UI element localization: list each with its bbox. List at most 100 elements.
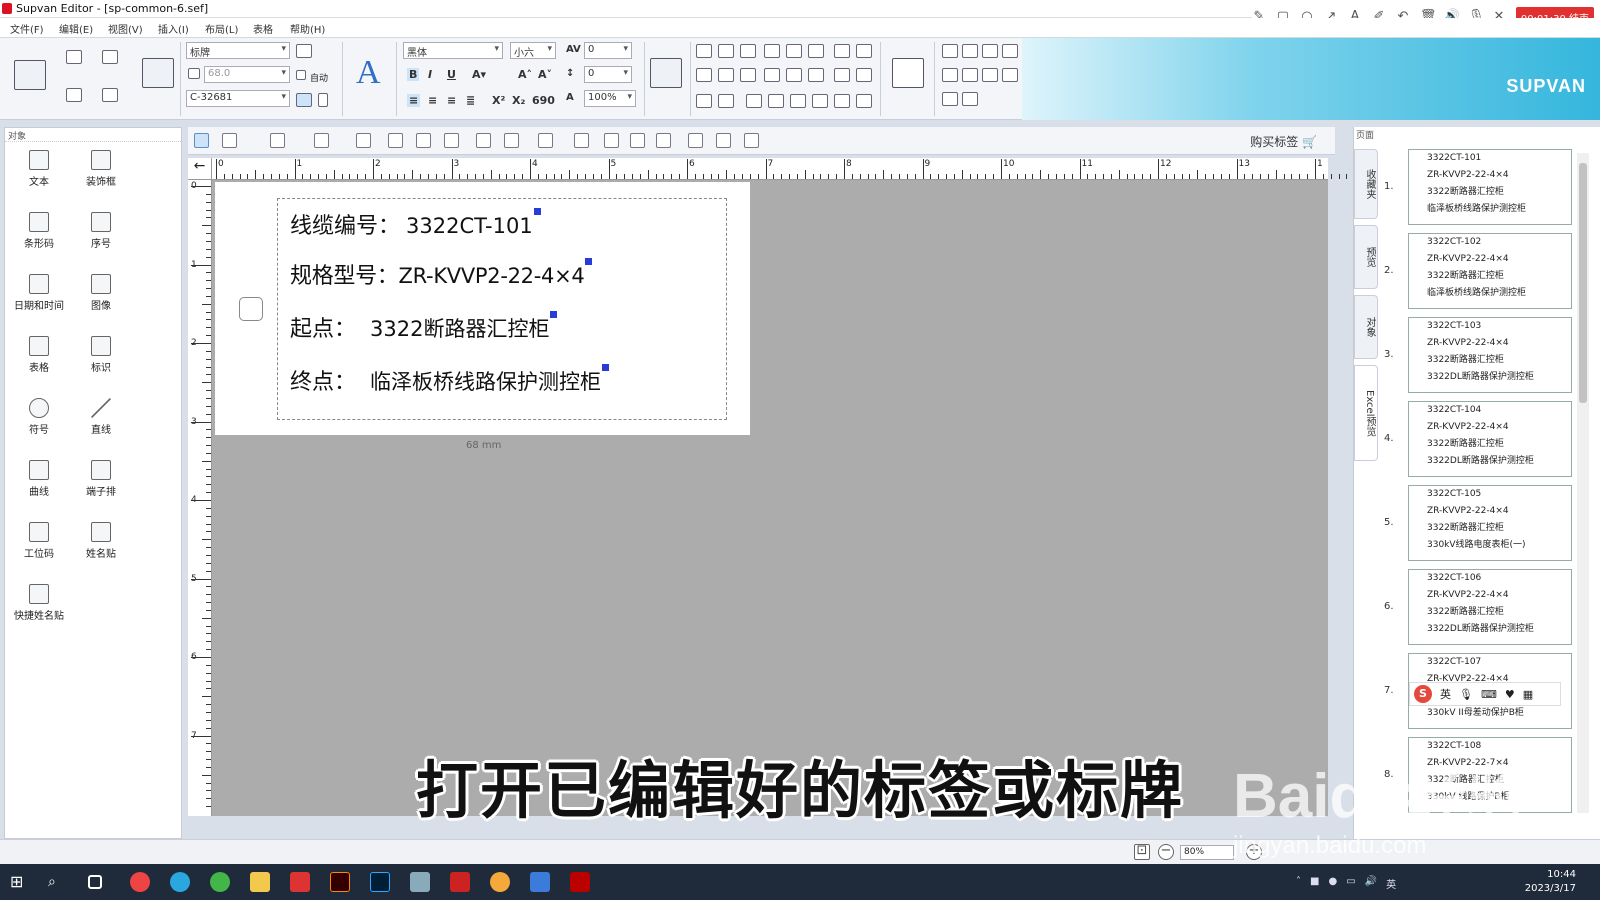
layout-tool-3-icon[interactable]: [740, 68, 756, 82]
align-tool-5-icon[interactable]: [786, 44, 802, 58]
selection-handle[interactable]: [550, 311, 558, 318]
undo-icon[interactable]: [476, 133, 491, 148]
label-row-end[interactable]: 终点： 临泽板桥线路保护测控柜: [290, 364, 610, 396]
preview-icon[interactable]: [102, 88, 118, 102]
align-right-button[interactable]: ≡: [447, 94, 456, 107]
redo-icon[interactable]: [504, 133, 519, 148]
list-icon[interactable]: [574, 133, 589, 148]
vertical-text-icon[interactable]: [318, 93, 328, 107]
model-select[interactable]: C-32681: [186, 90, 290, 107]
zoom-out-icon[interactable]: −: [1158, 844, 1174, 860]
tool-text[interactable]: 文本: [9, 150, 69, 188]
rectangle-tool-icon[interactable]: [314, 133, 329, 148]
tool-name-tag[interactable]: 姓名贴: [71, 522, 131, 560]
taskbar-clock[interactable]: 10:44 2023/3/17: [1525, 868, 1576, 896]
convert-icon[interactable]: [650, 58, 682, 88]
selection-handle[interactable]: [602, 364, 610, 371]
align-tool-3-icon[interactable]: [740, 44, 756, 58]
unlock-icon[interactable]: [856, 94, 872, 108]
illustrator-icon[interactable]: [330, 872, 350, 892]
menu-view[interactable]: 视图(V): [108, 21, 143, 36]
tool-serial[interactable]: 序号: [71, 212, 131, 250]
menu-help[interactable]: 帮助(H): [290, 21, 325, 36]
menu-edit[interactable]: 编辑(E): [59, 21, 93, 36]
font-color-button[interactable]: A▾: [472, 68, 486, 81]
font-icon[interactable]: [630, 133, 645, 148]
table-grid-icon[interactable]: [892, 58, 924, 88]
frame-icon[interactable]: [296, 93, 312, 107]
table-tool-3-icon[interactable]: [982, 44, 998, 58]
template-select[interactable]: 标牌: [186, 42, 290, 59]
subscript-button[interactable]: X₂: [512, 94, 525, 107]
font-select[interactable]: 黑体: [403, 42, 503, 59]
align-center-button[interactable]: ≡: [428, 94, 437, 107]
chevron-up-icon[interactable]: ˄: [1296, 876, 1301, 891]
network-icon[interactable]: ▭: [1346, 876, 1355, 891]
label-row-spec[interactable]: 规格型号：ZR-KVVP2-22-4×4: [290, 258, 593, 290]
line-spacing-input[interactable]: 0: [584, 66, 632, 83]
zoom-select[interactable]: 80%: [1180, 845, 1234, 860]
align-left-button[interactable]: ≡: [407, 94, 421, 107]
table-tool-icon[interactable]: [356, 133, 371, 148]
tool-terminal-block[interactable]: 端子排: [71, 460, 131, 498]
windows-start-icon[interactable]: ⊞: [10, 872, 30, 892]
layout-tool-2-icon[interactable]: [718, 68, 734, 82]
wps-icon[interactable]: [450, 872, 470, 892]
browser-360-icon[interactable]: [210, 872, 230, 892]
zoom-fit-icon[interactable]: ⊡: [1134, 844, 1150, 860]
cut-icon[interactable]: [388, 133, 403, 148]
table-tool-6-icon[interactable]: [962, 68, 978, 82]
recorder-icon[interactable]: [490, 872, 510, 892]
notes-icon[interactable]: [410, 872, 430, 892]
table-tool-7-icon[interactable]: [982, 68, 998, 82]
align-tool-4-icon[interactable]: [764, 44, 780, 58]
pages-scroll-thumb[interactable]: [1579, 163, 1587, 403]
tool-image[interactable]: 图像: [71, 274, 131, 312]
group-icon[interactable]: [746, 94, 762, 108]
page-thumbnail[interactable]: 3322CT-104 ZR-KVVP2-22-4×4 3322断路器汇控柜 3322D…: [1408, 401, 1572, 477]
table-tool-8-icon[interactable]: [1002, 68, 1018, 82]
label-checkbox[interactable]: [239, 297, 263, 321]
volume-icon[interactable]: 🔊: [1365, 876, 1377, 891]
selection-handle[interactable]: [585, 258, 593, 265]
page-thumbnail[interactable]: 3322CT-105 ZR-KVVP2-22-4×4 3322断路器汇控柜 330kV…: [1408, 485, 1572, 561]
italic-button[interactable]: I: [428, 68, 432, 81]
tab-preview[interactable]: 预览: [1354, 225, 1378, 289]
table-tool-10-icon[interactable]: [962, 92, 978, 106]
new-page-icon[interactable]: [66, 50, 82, 64]
tool-barcode[interactable]: 条形码: [9, 212, 69, 250]
edge-icon[interactable]: [170, 872, 190, 892]
app-blue-icon[interactable]: [530, 872, 550, 892]
tool-sign[interactable]: 标识: [71, 336, 131, 374]
ungroup-icon[interactable]: [768, 94, 784, 108]
layout-tool-4-icon[interactable]: [764, 68, 780, 82]
auto-checkbox[interactable]: [296, 70, 306, 80]
save-icon[interactable]: [66, 88, 82, 102]
copy-icon[interactable]: [416, 133, 431, 148]
shrink-font-button[interactable]: A˅: [538, 68, 552, 81]
grid-icon[interactable]: [656, 133, 671, 148]
photoshop-icon[interactable]: [370, 872, 390, 892]
justify-button[interactable]: ≣: [466, 94, 475, 107]
paste-icon[interactable]: [444, 133, 459, 148]
superscript-button[interactable]: X²: [492, 94, 505, 107]
align-tool-2-icon[interactable]: [718, 44, 734, 58]
database-icon[interactable]: [604, 133, 619, 148]
preview-icon[interactable]: [716, 133, 731, 148]
chrome-icon[interactable]: [130, 872, 150, 892]
page-thumbnail[interactable]: 3322CT-106 ZR-KVVP2-22-4×4 3322断路器汇控柜 3322D…: [1408, 569, 1572, 645]
table-tool-9-icon[interactable]: [942, 92, 958, 106]
send-back-icon[interactable]: [856, 68, 872, 82]
number-format-button[interactable]: 690: [532, 94, 555, 107]
tab-objects[interactable]: 对象: [1354, 295, 1378, 359]
tool-datetime[interactable]: 日期和时间: [9, 274, 69, 312]
table-tool-2-icon[interactable]: [962, 44, 978, 58]
distribute-h-icon[interactable]: [834, 44, 850, 58]
align-tool-6-icon[interactable]: [808, 44, 824, 58]
supvan-editor-icon[interactable]: [570, 872, 590, 892]
layout-tool-1-icon[interactable]: [696, 68, 712, 82]
line-tool-icon[interactable]: [270, 133, 285, 148]
wechat-icon[interactable]: ●: [1328, 876, 1337, 891]
same-width-icon[interactable]: [790, 94, 806, 108]
layout-tool-5-icon[interactable]: [786, 68, 802, 82]
